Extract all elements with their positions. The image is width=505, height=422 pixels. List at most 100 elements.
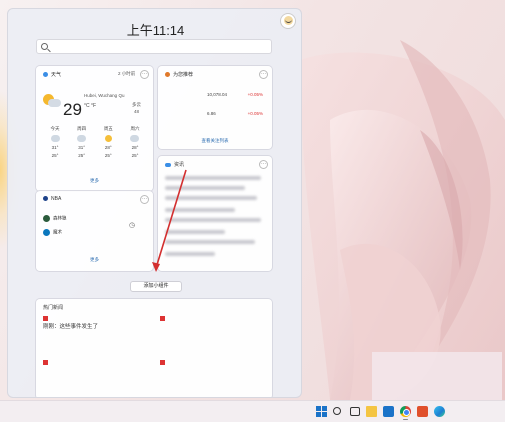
news-header: 资讯 [165, 161, 184, 168]
forecast-day: 今天 31° 25° [43, 126, 67, 158]
forecast-high: 31° [51, 145, 59, 150]
news-more-button[interactable]: ··· [259, 160, 268, 169]
stocks-title: 为您推荐 [173, 72, 194, 78]
nba-more-button[interactable]: ··· [140, 195, 149, 204]
weather-condition: 多云 [132, 102, 141, 107]
story-item[interactable] [43, 359, 147, 367]
news-blur-line [165, 230, 225, 234]
forecast-day-label: 周五 [103, 126, 113, 131]
stock-value: 10,078.04 [207, 92, 228, 97]
nba-widget[interactable]: NBA ··· 森林狼 魔术 ◷ 更多 [36, 191, 153, 271]
story-item[interactable] [160, 359, 264, 367]
news-title: 资讯 [174, 162, 185, 168]
stocks-header: 为您推荐 [165, 71, 193, 78]
search-icon[interactable] [333, 406, 344, 417]
news-blur-line [165, 208, 235, 212]
forecast-high: 28° [131, 145, 139, 150]
forecast-high: 31° [78, 145, 86, 150]
news-blur-line [165, 176, 261, 180]
weather-header: 天气 [43, 71, 61, 78]
stock-change: +0.05% [247, 92, 263, 97]
story-title: 刚刚：这些事件发生了 [43, 324, 99, 330]
forecast-low: 25° [51, 153, 59, 158]
search-box[interactable] [36, 39, 272, 54]
forecast-high: 28° [104, 145, 112, 150]
team-row: 魔术 [43, 229, 143, 236]
source-icon [43, 360, 48, 366]
nba-more-link[interactable]: 更多 [36, 257, 153, 263]
store-icon[interactable] [383, 406, 394, 417]
weather-updated: 2 小时前 [118, 71, 136, 76]
weather-more-link[interactable]: 更多 [36, 178, 153, 184]
stocks-more-button[interactable]: ··· [259, 70, 268, 79]
forecast-day-label: 周四 [77, 126, 87, 131]
cloud-icon [165, 162, 171, 167]
weather-more-button[interactable]: ··· [140, 70, 149, 79]
taskbar [0, 400, 505, 422]
task-view-icon[interactable] [350, 407, 360, 416]
team-name: 森林狼 [53, 215, 67, 221]
forecast-day: 周六 28° 25° [123, 126, 147, 158]
forecast-day-label: 今天 [50, 126, 60, 131]
stock-value: 6.86 [207, 111, 216, 116]
source-icon [160, 316, 165, 322]
user-avatar[interactable] [280, 13, 296, 29]
nba-app-icon [43, 196, 48, 202]
news-blur-line [165, 186, 245, 190]
nba-header: NBA [43, 196, 61, 202]
source-icon [160, 360, 165, 366]
team-logo-icon [43, 215, 50, 222]
forecast-low: 25° [131, 153, 139, 158]
stocks-app-icon [165, 72, 170, 78]
weather-app-icon [43, 72, 48, 78]
chrome-icon[interactable] [400, 406, 411, 420]
folder-icon[interactable] [366, 406, 377, 417]
news-blur-line [165, 196, 257, 200]
story-item[interactable]: 刚刚：这些事件发生了 [43, 315, 147, 331]
forecast-low: 25° [104, 153, 112, 158]
news-widget[interactable]: 资讯 ··· [158, 156, 272, 271]
search-input[interactable] [53, 41, 263, 53]
weather-temperature: 29 [63, 100, 82, 119]
stocks-watchlist-link[interactable]: 查看关注列表 [158, 138, 272, 144]
forecast-day: 周四 31° 25° [70, 126, 94, 158]
cloudy-icon [50, 135, 60, 142]
cloudy-icon [77, 135, 87, 142]
weather-widget[interactable]: 天气 2 小时前 ··· Hubei, Wuchang Qu 29 °C °F … [36, 66, 153, 191]
forecast-day-label: 周六 [130, 126, 140, 131]
widgets-panel: 上午11:14 天气 2 小时前 ··· Hubei, Wuchang Qu 2… [7, 8, 302, 398]
story-source [160, 315, 264, 323]
source-icon [43, 316, 48, 322]
windows-start-icon[interactable] [316, 406, 327, 417]
story-source [160, 359, 264, 367]
story-source [43, 315, 147, 323]
taskbar-icons [316, 406, 445, 420]
sunny-icon [104, 135, 112, 142]
vs-label: ◷ [129, 222, 136, 229]
forecast-low: 25° [78, 153, 86, 158]
nba-title: NBA [51, 196, 62, 202]
weather-humidity: 48 [134, 109, 140, 114]
stories-header: 热门新闻 [43, 305, 64, 311]
weather-location: Hubei, Wuchang Qu [84, 93, 125, 98]
news-blur-line [165, 252, 215, 256]
news-blur-line [165, 240, 255, 244]
cloudy-icon [130, 135, 140, 142]
story-item[interactable] [160, 315, 264, 323]
panel-time: 上午11:14 [126, 23, 185, 38]
news-blur-line [165, 218, 261, 222]
team-row: 森林狼 [43, 215, 143, 222]
weather-unit: °C °F [84, 103, 97, 109]
stocks-widget[interactable]: 为您推荐 ··· 10,078.04 +0.05% 6.86 +0.05% 查看… [158, 66, 272, 149]
team-name: 魔术 [53, 229, 62, 235]
top-stories-widget[interactable]: 热门新闻 刚刚：这些事件发生了 [36, 299, 272, 397]
edge-icon[interactable] [434, 406, 445, 417]
team-logo-icon [43, 229, 50, 236]
stock-change: +0.05% [247, 111, 263, 116]
story-source [43, 359, 147, 367]
office-icon[interactable] [417, 406, 428, 417]
add-widget-button[interactable]: 添加小组件 [130, 281, 182, 292]
weather-title: 天气 [51, 72, 62, 78]
search-icon [41, 43, 48, 50]
forecast-row: 今天 31° 25° 周四 31° 25° 周五 28° 25° 周六 28° [43, 126, 147, 158]
